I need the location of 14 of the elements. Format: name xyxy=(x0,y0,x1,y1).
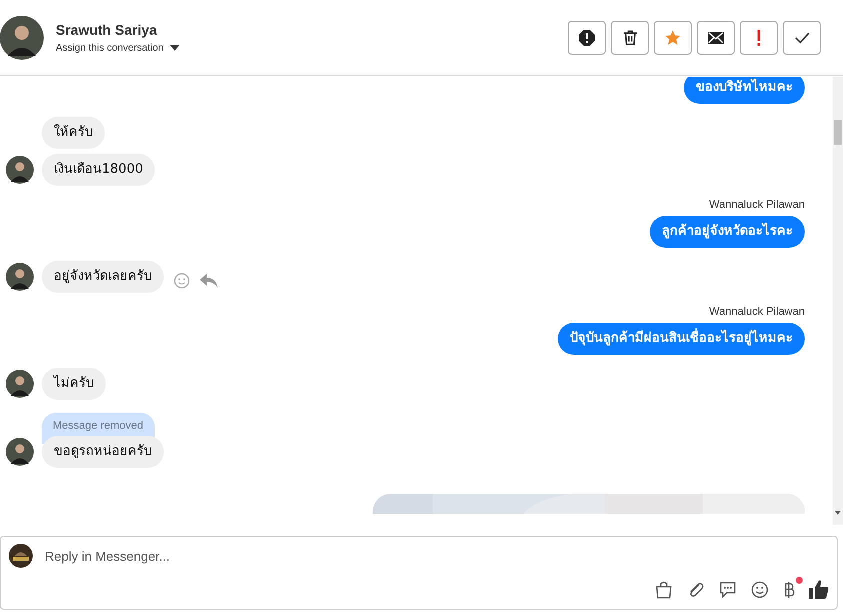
reply-input[interactable]: Reply in Messenger... xyxy=(45,548,829,564)
message-bubble: ลูกค้าอยู่จังหวัดอะไรคะ xyxy=(650,216,805,248)
message-bubble: เงินเดือน18000 xyxy=(42,154,156,186)
sender-name: Wannaluck Pilawan xyxy=(709,306,805,318)
message-bubble: ไม่ครับ xyxy=(42,368,106,400)
message-bubble: ปัจุบันลูกค้ามีผ่อนสินเชื่ออะไรอยู่ไหมคะ xyxy=(558,323,805,355)
reply-box[interactable]: Reply in Messenger... xyxy=(0,536,838,610)
assign-dropdown[interactable]: Assign this conversation xyxy=(56,42,180,54)
sender-name: Wannaluck Pilawan xyxy=(709,199,805,211)
contact-name: Srawuth Sariya xyxy=(56,22,158,38)
message-bubble: อยู่จังหวัดเลยครับ xyxy=(42,261,164,293)
message-bubble: ให้ครับ xyxy=(42,117,105,149)
message-bubble: ขอดูรถหน่อยครับ xyxy=(42,436,164,468)
message-bubble: ของบริษัทไหมคะ xyxy=(684,77,805,104)
